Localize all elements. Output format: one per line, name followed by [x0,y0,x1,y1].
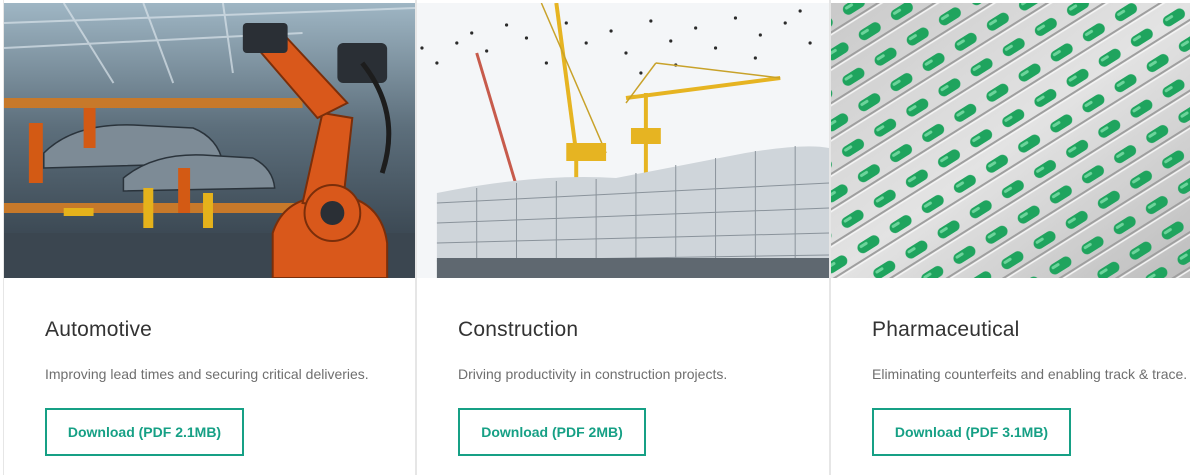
download-construction-button[interactable]: Download (PDF 2MB) [458,408,646,456]
card-automotive: Automotive Improving lead times and secu… [3,0,416,475]
card-construction: Construction Driving productivity in con… [416,0,830,475]
download-pharmaceutical-button[interactable]: Download (PDF 3.1MB) [872,408,1071,456]
download-automotive-button[interactable]: Download (PDF 2.1MB) [45,408,244,456]
card-description: Improving lead times and securing critic… [45,366,369,382]
automotive-robot-factory-image [4,3,415,278]
pharmaceutical-capsules-image [831,3,1190,278]
card-title: Automotive [45,318,153,341]
construction-cranes-image [417,3,829,278]
industry-cards: Automotive Improving lead times and secu… [0,0,1190,475]
card-title: Construction [458,318,579,341]
card-description: Eliminating counterfeits and enabling tr… [872,366,1188,382]
card-pharmaceutical: Pharmaceutical Eliminating counterfeits … [830,0,1190,475]
card-description: Driving productivity in construction pro… [458,366,728,382]
card-title: Pharmaceutical [872,318,1020,341]
